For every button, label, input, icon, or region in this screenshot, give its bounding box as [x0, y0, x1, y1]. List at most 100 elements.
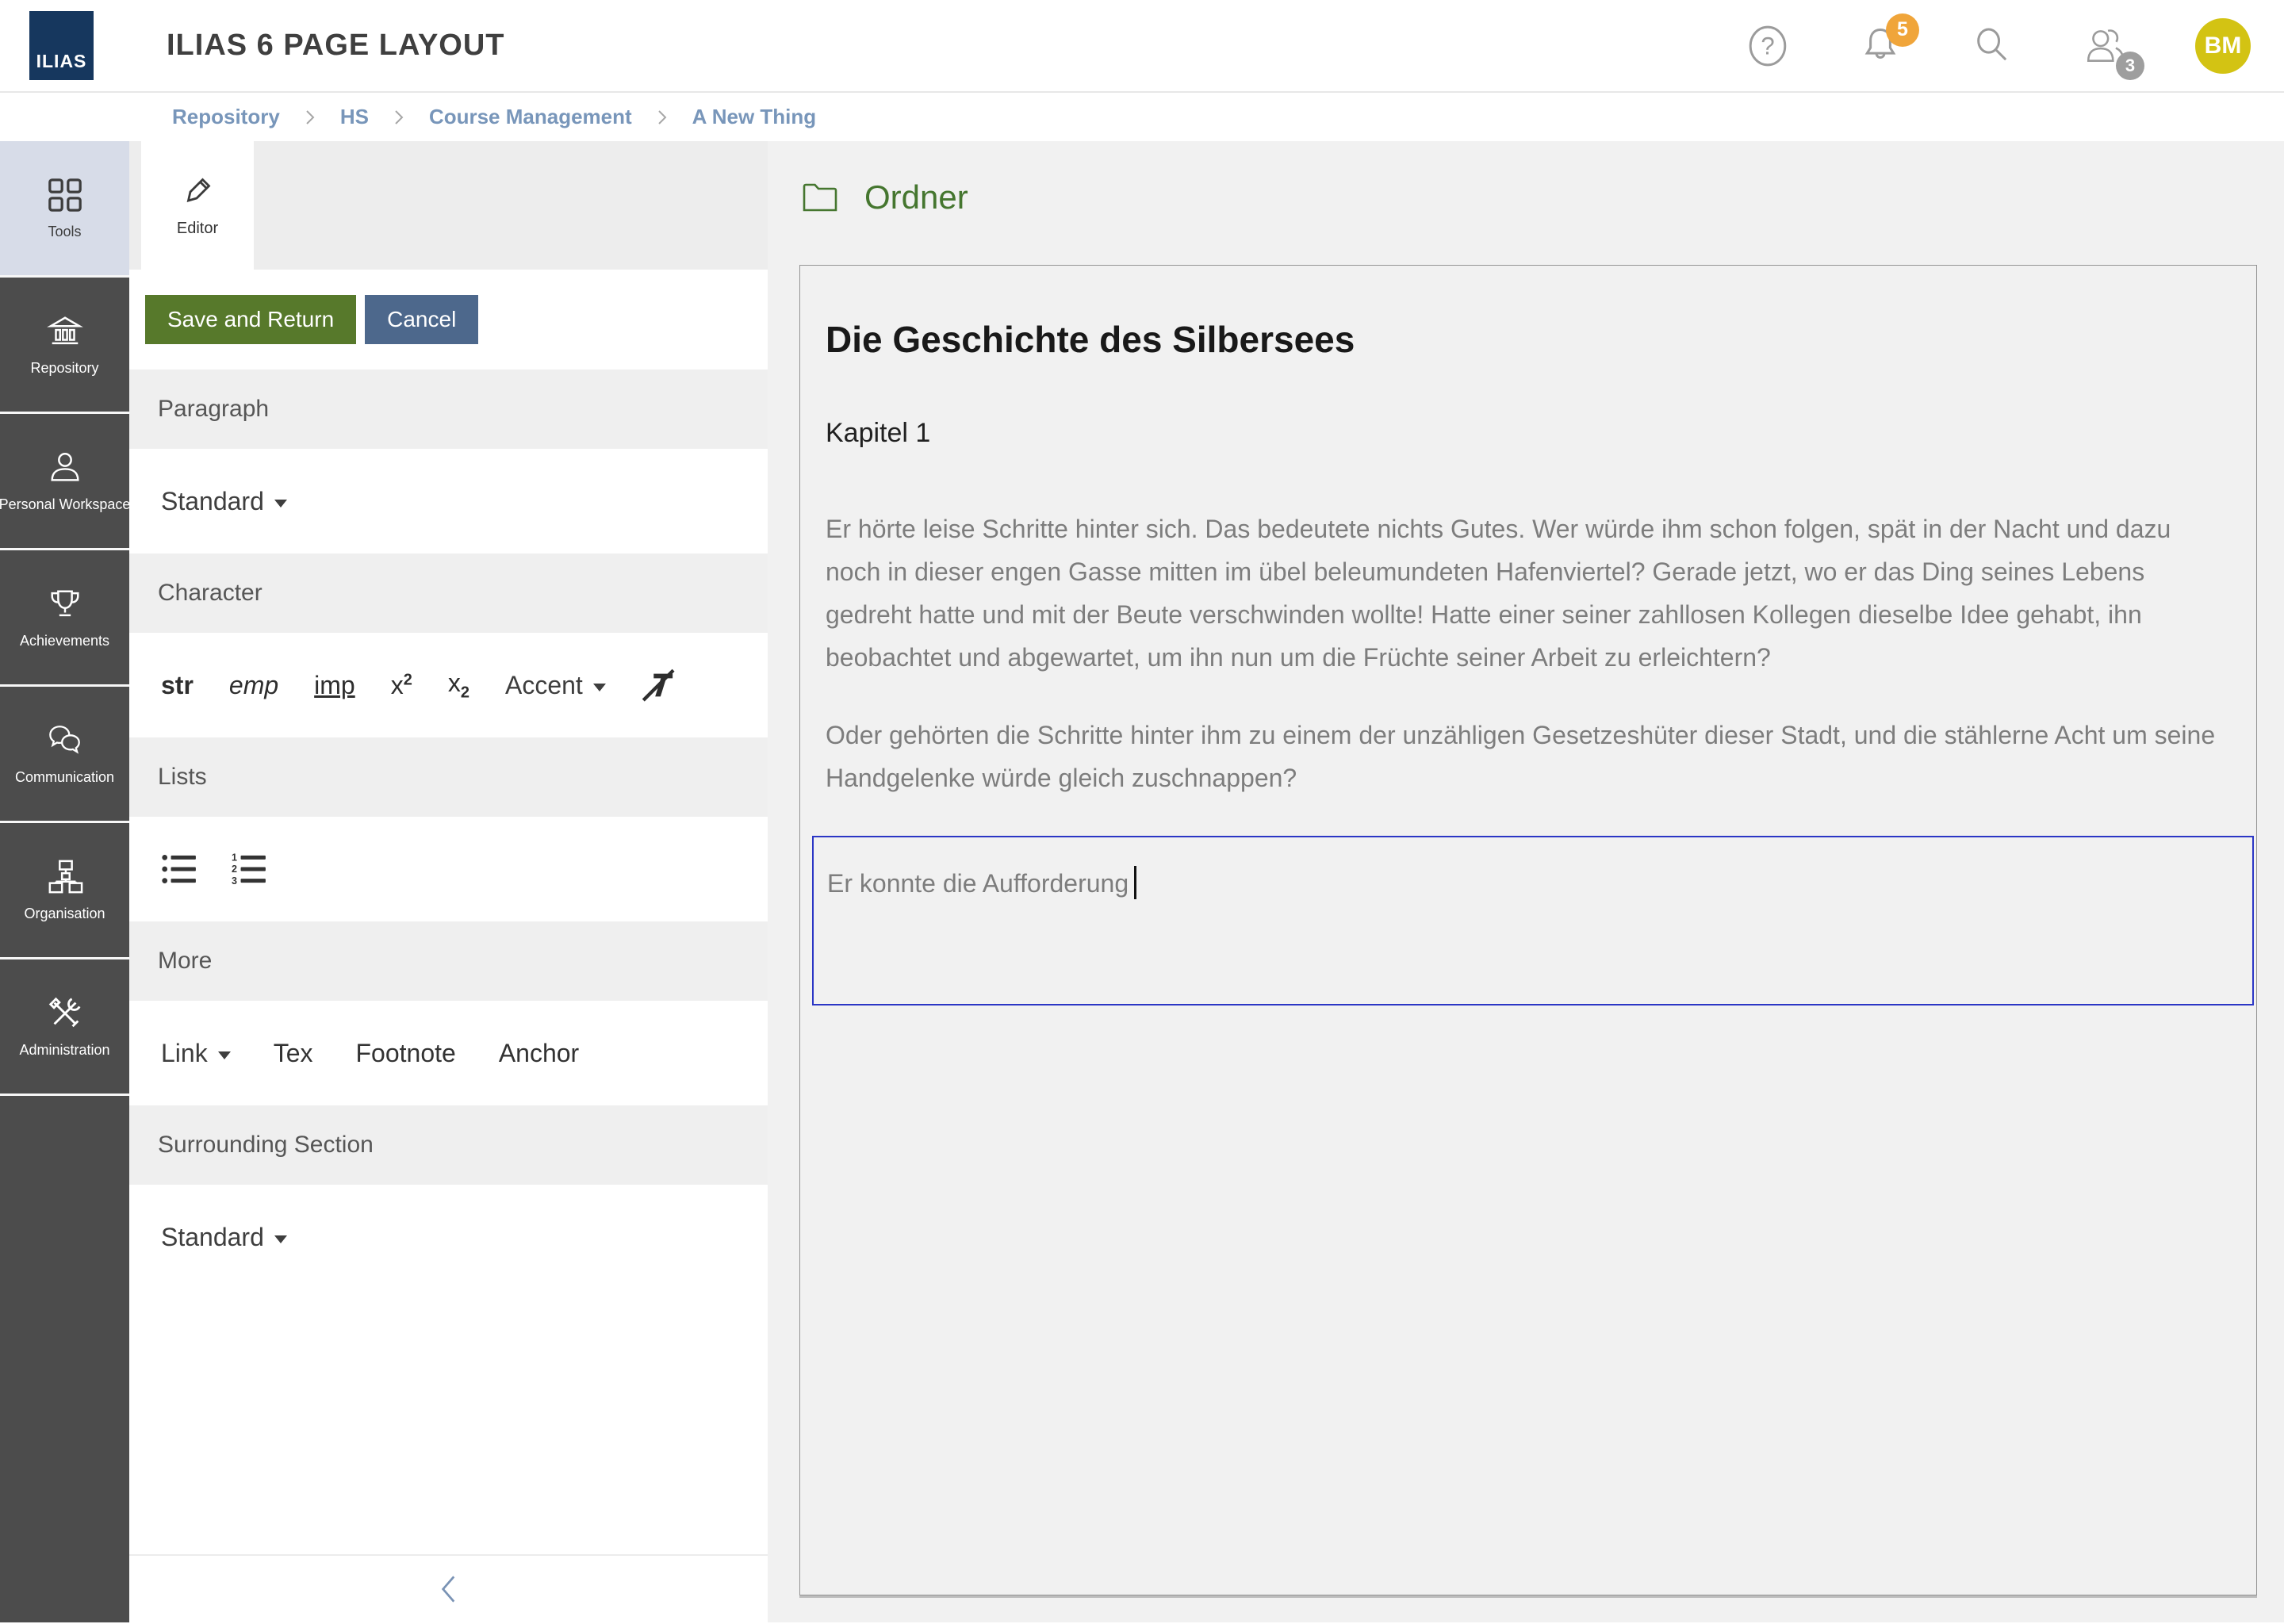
breadcrumb-a-new-thing[interactable]: A New Thing	[692, 105, 816, 129]
chevron-down-icon	[274, 1235, 287, 1243]
clear-format-button[interactable]	[642, 668, 675, 702]
notifications-badge: 5	[1886, 13, 1919, 47]
bullet-list-button[interactable]	[161, 852, 197, 886]
sidebar-item-label: Administration	[19, 1042, 109, 1059]
sidebar-item-label: Communication	[15, 769, 114, 786]
editor-actions: Save and Return Cancel	[129, 270, 768, 370]
important-button[interactable]: imp	[314, 671, 355, 700]
clear-format-icon	[642, 668, 675, 702]
sidebar-item-repository[interactable]: Repository	[0, 278, 129, 414]
chat-bubbles-icon	[47, 722, 83, 759]
trophy-icon	[47, 586, 83, 622]
bullet-list-icon	[161, 852, 197, 886]
numbered-list-icon: 1 2 3	[231, 852, 267, 886]
editing-text: Er konnte die Aufforderung	[827, 869, 1129, 898]
paragraph-section-row: Standard	[129, 449, 768, 553]
breadcrumb-course-management[interactable]: Course Management	[429, 105, 632, 129]
sidebar-item-label: Achievements	[20, 633, 109, 649]
top-bar: ILIAS ILIAS 6 PAGE LAYOUT ?	[0, 0, 2284, 93]
notifications-button[interactable]: 5	[1857, 23, 1903, 69]
emphasis-button[interactable]: emp	[229, 671, 278, 700]
character-section-header: Character	[129, 553, 768, 633]
person-icon	[47, 450, 83, 486]
sidebar-filler	[0, 1096, 129, 1622]
search-button[interactable]	[1970, 23, 2016, 69]
avatar[interactable]: BM	[2195, 18, 2251, 74]
wrench-screwdriver-icon	[47, 995, 83, 1032]
folder-icon	[799, 177, 841, 218]
collapse-panel-button[interactable]	[129, 1554, 768, 1622]
collapse-left-icon	[434, 1571, 464, 1607]
lists-section-header: Lists	[129, 737, 768, 817]
svg-text:?: ?	[1761, 32, 1774, 59]
link-dropdown[interactable]: Link	[161, 1039, 231, 1068]
sidebar-item-organisation[interactable]: Organisation	[0, 823, 129, 959]
sidebar-item-personal-workspace[interactable]: Personal Workspace	[0, 414, 129, 550]
sidebar-item-label: Tools	[48, 224, 81, 240]
accent-dropdown[interactable]: Accent	[505, 671, 606, 700]
sidebar-item-tools[interactable]: Tools	[0, 141, 129, 278]
breadcrumb-hs[interactable]: HS	[340, 105, 369, 129]
chevron-down-icon	[274, 500, 287, 508]
lists-section-row: 1 2 3	[129, 817, 768, 921]
document-paragraph-2[interactable]: Oder gehörten die Schritte hinter ihm zu…	[826, 714, 2225, 799]
sidebar-item-label: Repository	[30, 360, 98, 377]
paragraph-section-header: Paragraph	[129, 370, 768, 449]
footnote-button[interactable]: Footnote	[356, 1039, 456, 1068]
sidebar-item-label: Personal Workspace	[0, 496, 130, 513]
page-title-header: ILIAS 6 PAGE LAYOUT	[167, 29, 505, 63]
ilias-logo[interactable]: ILIAS	[29, 11, 94, 80]
strong-button[interactable]: str	[161, 671, 194, 700]
topbar-icon-group: ? 5	[1745, 18, 2251, 74]
contacts-badge: 3	[2116, 52, 2144, 80]
help-button[interactable]: ?	[1745, 23, 1791, 69]
sidebar-item-label: Organisation	[24, 906, 105, 922]
cancel-button[interactable]: Cancel	[365, 295, 478, 344]
active-edit-area[interactable]: Er konnte die Aufforderung	[812, 836, 2254, 1005]
tab-editor-label: Editor	[177, 220, 218, 238]
tab-editor[interactable]: Editor	[141, 141, 254, 270]
contacts-button[interactable]: 3	[2083, 23, 2129, 69]
svg-text:3: 3	[232, 875, 237, 886]
superscript-base: x	[391, 671, 404, 699]
document-subheading[interactable]: Kapitel 1	[826, 418, 2225, 449]
document-paragraph-1[interactable]: Er hörte leise Schritte hinter sich. Das…	[826, 508, 2225, 679]
surrounding-section-header: Surrounding Section	[129, 1105, 768, 1185]
subscript-idx: 2	[461, 684, 469, 701]
character-section-row: str emp imp x2 x2 Accent	[129, 633, 768, 737]
workspace: Ordner Die Geschichte des Silbersees Kap…	[768, 141, 2284, 1622]
grid-icon	[47, 177, 83, 213]
editor-panel: Editor Save and Return Cancel Paragraph …	[129, 141, 768, 1622]
accent-label: Accent	[505, 671, 583, 700]
ilias-app: ILIAS ILIAS 6 PAGE LAYOUT ?	[0, 0, 2284, 1624]
breadcrumb: Repository HS Course Management A New Th…	[0, 93, 2284, 141]
anchor-button[interactable]: Anchor	[499, 1039, 579, 1068]
chevron-down-icon	[218, 1051, 231, 1059]
sidebar-item-achievements[interactable]: Achievements	[0, 550, 129, 687]
save-and-return-button[interactable]: Save and Return	[145, 295, 356, 344]
paragraph-style-value: Standard	[161, 487, 264, 516]
sidebar-item-administration[interactable]: Administration	[0, 959, 129, 1096]
object-header: Ordner	[799, 173, 2257, 222]
help-icon: ?	[1746, 25, 1789, 67]
tex-button[interactable]: Tex	[274, 1039, 313, 1068]
subscript-button[interactable]: x2	[448, 668, 469, 702]
numbered-list-button[interactable]: 1 2 3	[231, 852, 267, 886]
svg-text:1: 1	[232, 852, 237, 864]
breadcrumb-repository[interactable]: Repository	[172, 105, 280, 129]
surrounding-style-value: Standard	[161, 1223, 264, 1252]
paragraph-style-dropdown[interactable]: Standard	[161, 487, 287, 516]
document-heading[interactable]: Die Geschichte des Silbersees	[826, 318, 2225, 361]
superscript-button[interactable]: x2	[391, 671, 412, 700]
surrounding-style-dropdown[interactable]: Standard	[161, 1223, 287, 1252]
superscript-exp: 2	[404, 671, 412, 688]
sidebar-item-communication[interactable]: Communication	[0, 687, 129, 823]
ilias-logo-text: ILIAS	[36, 51, 87, 72]
subscript-base: x	[448, 668, 461, 697]
link-label: Link	[161, 1039, 208, 1068]
svg-text:2: 2	[232, 864, 237, 875]
pencil-icon	[180, 174, 215, 209]
main-bar: Tools Repository	[0, 141, 129, 1622]
chevron-right-icon	[393, 107, 405, 128]
chevron-right-icon	[656, 107, 669, 128]
